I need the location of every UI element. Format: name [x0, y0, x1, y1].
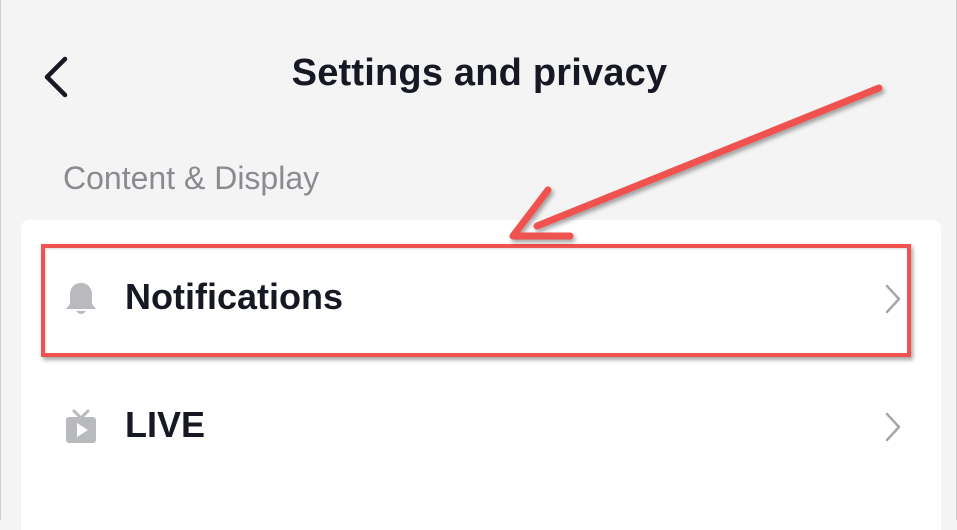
settings-item-live[interactable]: LIVE [21, 372, 941, 482]
chevron-right-icon [881, 410, 905, 444]
chevron-right-icon [881, 282, 905, 316]
settings-item-label: LIVE [125, 404, 206, 445]
page-title: Settings and privacy [291, 52, 668, 94]
settings-item-label: Notifications [125, 276, 344, 317]
live-tv-icon [61, 407, 101, 447]
section-label: Content & Display [63, 160, 320, 196]
bell-icon [61, 279, 101, 319]
settings-card: Notifications LIVE [21, 220, 941, 530]
settings-screen: Settings and privacy Content & Display N… [0, 0, 957, 530]
settings-item-notifications[interactable]: Notifications [21, 244, 941, 354]
header: Settings and privacy [1, 30, 957, 125]
